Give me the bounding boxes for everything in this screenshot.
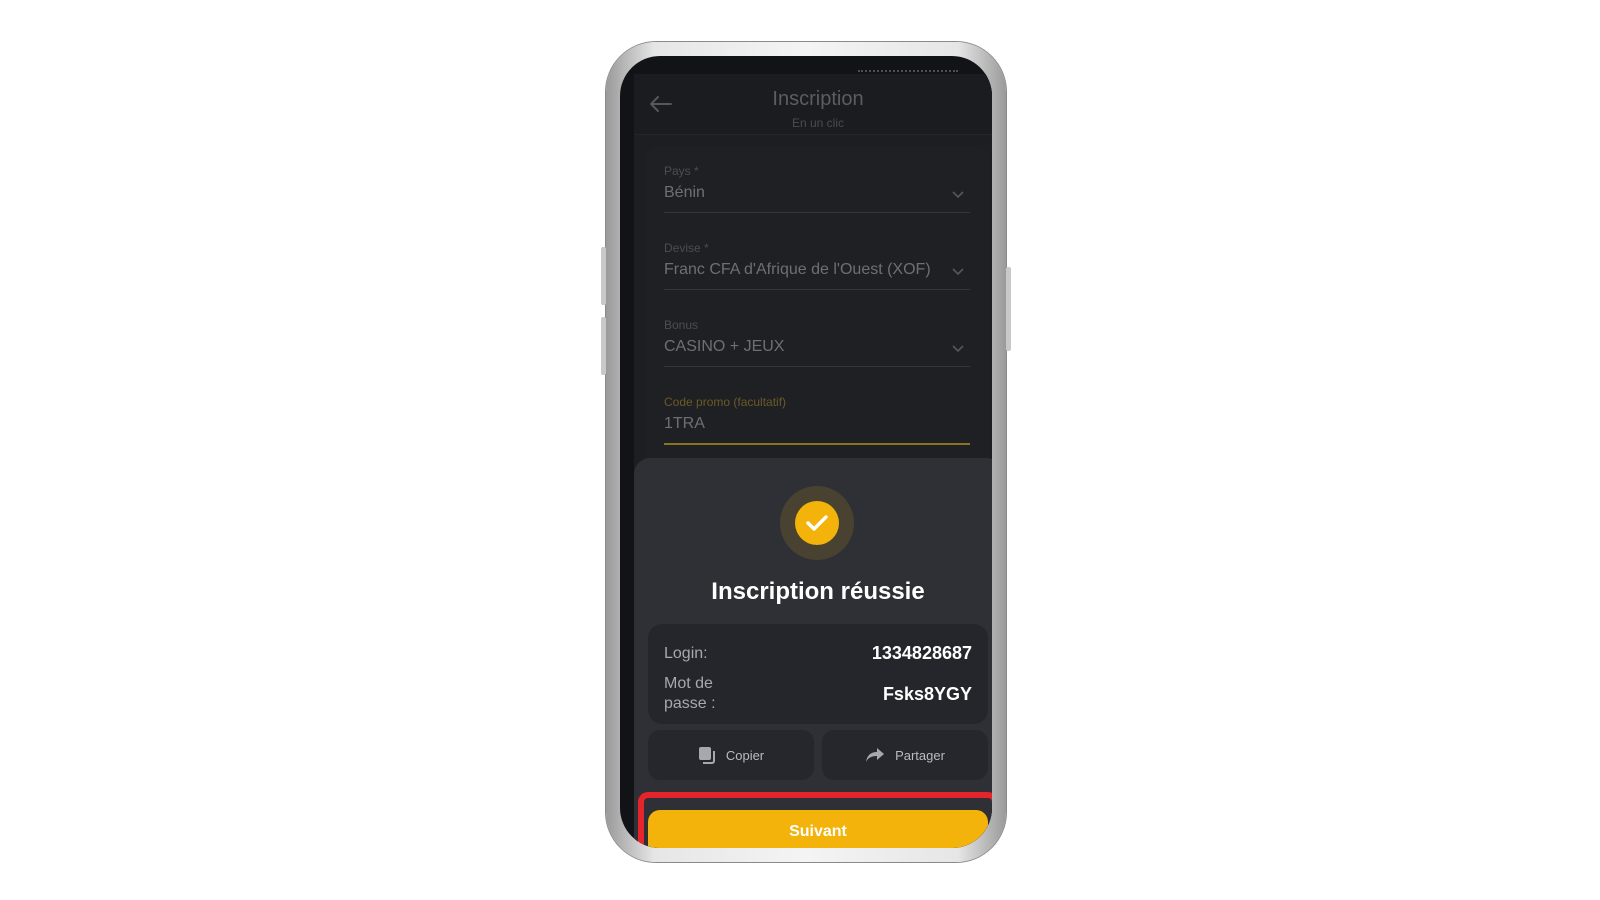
page-subtitle: En un clic — [791, 116, 845, 130]
field-underline — [664, 212, 970, 213]
registration-form: Pays * Bénin Devise * Franc CFA d'Afriqu… — [646, 146, 990, 476]
volume-up-button — [601, 247, 606, 305]
promo-code-input[interactable]: Code promo (facultatif) 1TRA — [664, 395, 970, 455]
promo-code-label: Code promo (facultatif) — [664, 395, 787, 409]
phone-frame: Inscription En un clic Pays * Bénin Devi… — [601, 42, 1011, 862]
currency-label: Devise * — [664, 241, 709, 255]
copy-label: Copier — [725, 747, 765, 763]
field-underline-active — [664, 443, 970, 445]
country-label: Pays * — [664, 164, 699, 178]
password-label-line1: Mot de — [664, 675, 713, 692]
chevron-down-icon — [952, 345, 964, 353]
bonus-select[interactable]: Bonus CASINO + JEUX — [664, 318, 970, 378]
credential-actions: Copier Partager — [648, 730, 988, 780]
volume-down-button — [601, 317, 606, 375]
share-icon — [866, 748, 885, 762]
page-title: Inscription — [772, 88, 864, 110]
bonus-label: Bonus — [664, 318, 699, 332]
success-bottom-sheet: Inscription réussie Login: 1334828687 Mo… — [634, 458, 992, 848]
field-underline — [664, 289, 970, 290]
next-button[interactable]: Suivant — [648, 810, 988, 848]
login-label: Login: — [664, 645, 708, 662]
success-title: Inscription réussie — [711, 578, 925, 605]
phone-screen: Inscription En un clic Pays * Bénin Devi… — [620, 56, 992, 848]
currency-value: Franc CFA d'Afrique de l'Ouest (XOF) — [664, 261, 931, 278]
currency-select[interactable]: Devise * Franc CFA d'Afrique de l'Ouest … — [664, 241, 970, 301]
password-value: Fsks8YGY — [882, 684, 972, 704]
share-label: Partager — [895, 747, 945, 763]
app-bar: Inscription En un clic — [634, 74, 992, 135]
bonus-value: CASINO + JEUX — [664, 338, 785, 355]
power-button — [1006, 267, 1011, 351]
field-underline — [664, 366, 970, 367]
registration-screen: Inscription En un clic Pays * Bénin Devi… — [634, 74, 992, 848]
password-label-line2: passe : — [664, 695, 716, 712]
copy-icon — [698, 747, 715, 764]
chevron-down-icon — [952, 268, 964, 276]
chevron-down-icon — [952, 191, 964, 199]
login-value: 1334828687 — [871, 643, 972, 663]
check-circle-icon — [795, 501, 839, 545]
promo-code-value: 1TRA — [664, 415, 705, 432]
share-button[interactable]: Partager — [822, 730, 988, 780]
country-value: Bénin — [664, 184, 705, 201]
credentials-card: Login: 1334828687 Mot de passe : Fsks8YG… — [648, 624, 988, 724]
country-select[interactable]: Pays * Bénin — [664, 164, 970, 224]
copy-button[interactable]: Copier — [648, 730, 814, 780]
